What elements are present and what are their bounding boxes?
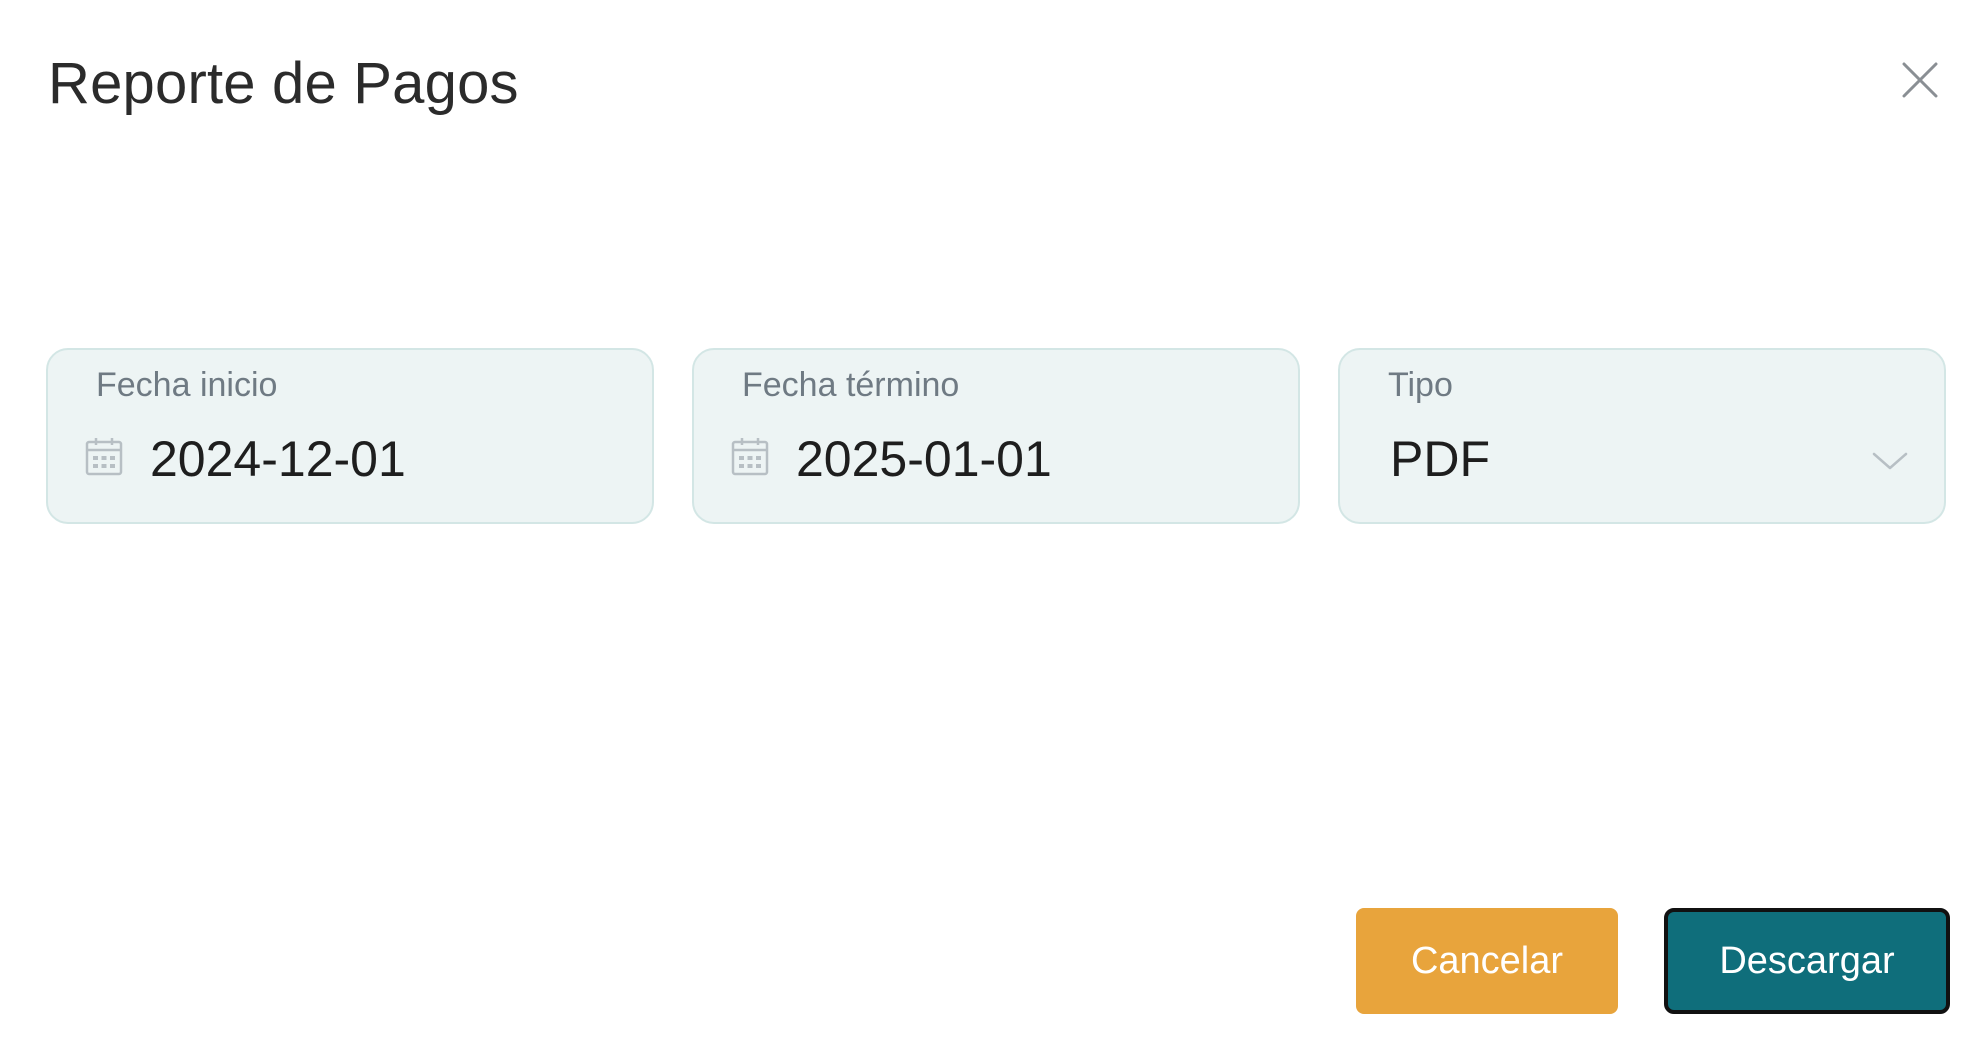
report-dialog: Reporte de Pagos Fecha inicio 2024-12-01… xyxy=(0,0,1978,1039)
end-date-field[interactable]: Fecha término 2025-01-01 xyxy=(692,348,1300,524)
type-value: PDF xyxy=(1390,431,1490,487)
cancel-button[interactable]: Cancelar xyxy=(1356,908,1618,1014)
type-label: Tipo xyxy=(1388,366,1453,404)
start-date-label: Fecha inicio xyxy=(96,366,278,404)
start-date-field[interactable]: Fecha inicio 2024-12-01 xyxy=(46,348,654,524)
type-select[interactable]: Tipo PDF xyxy=(1338,348,1946,524)
calendar-icon xyxy=(731,438,769,476)
end-date-value: 2025-01-01 xyxy=(796,431,1052,487)
close-icon xyxy=(1902,62,1938,98)
start-date-value: 2024-12-01 xyxy=(150,431,406,487)
download-button[interactable]: Descargar xyxy=(1664,908,1950,1014)
dialog-title: Reporte de Pagos xyxy=(48,51,519,116)
close-button[interactable] xyxy=(1896,56,1944,104)
chevron-down-icon[interactable] xyxy=(1870,448,1910,474)
end-date-label: Fecha término xyxy=(742,366,960,404)
calendar-icon xyxy=(85,438,123,476)
